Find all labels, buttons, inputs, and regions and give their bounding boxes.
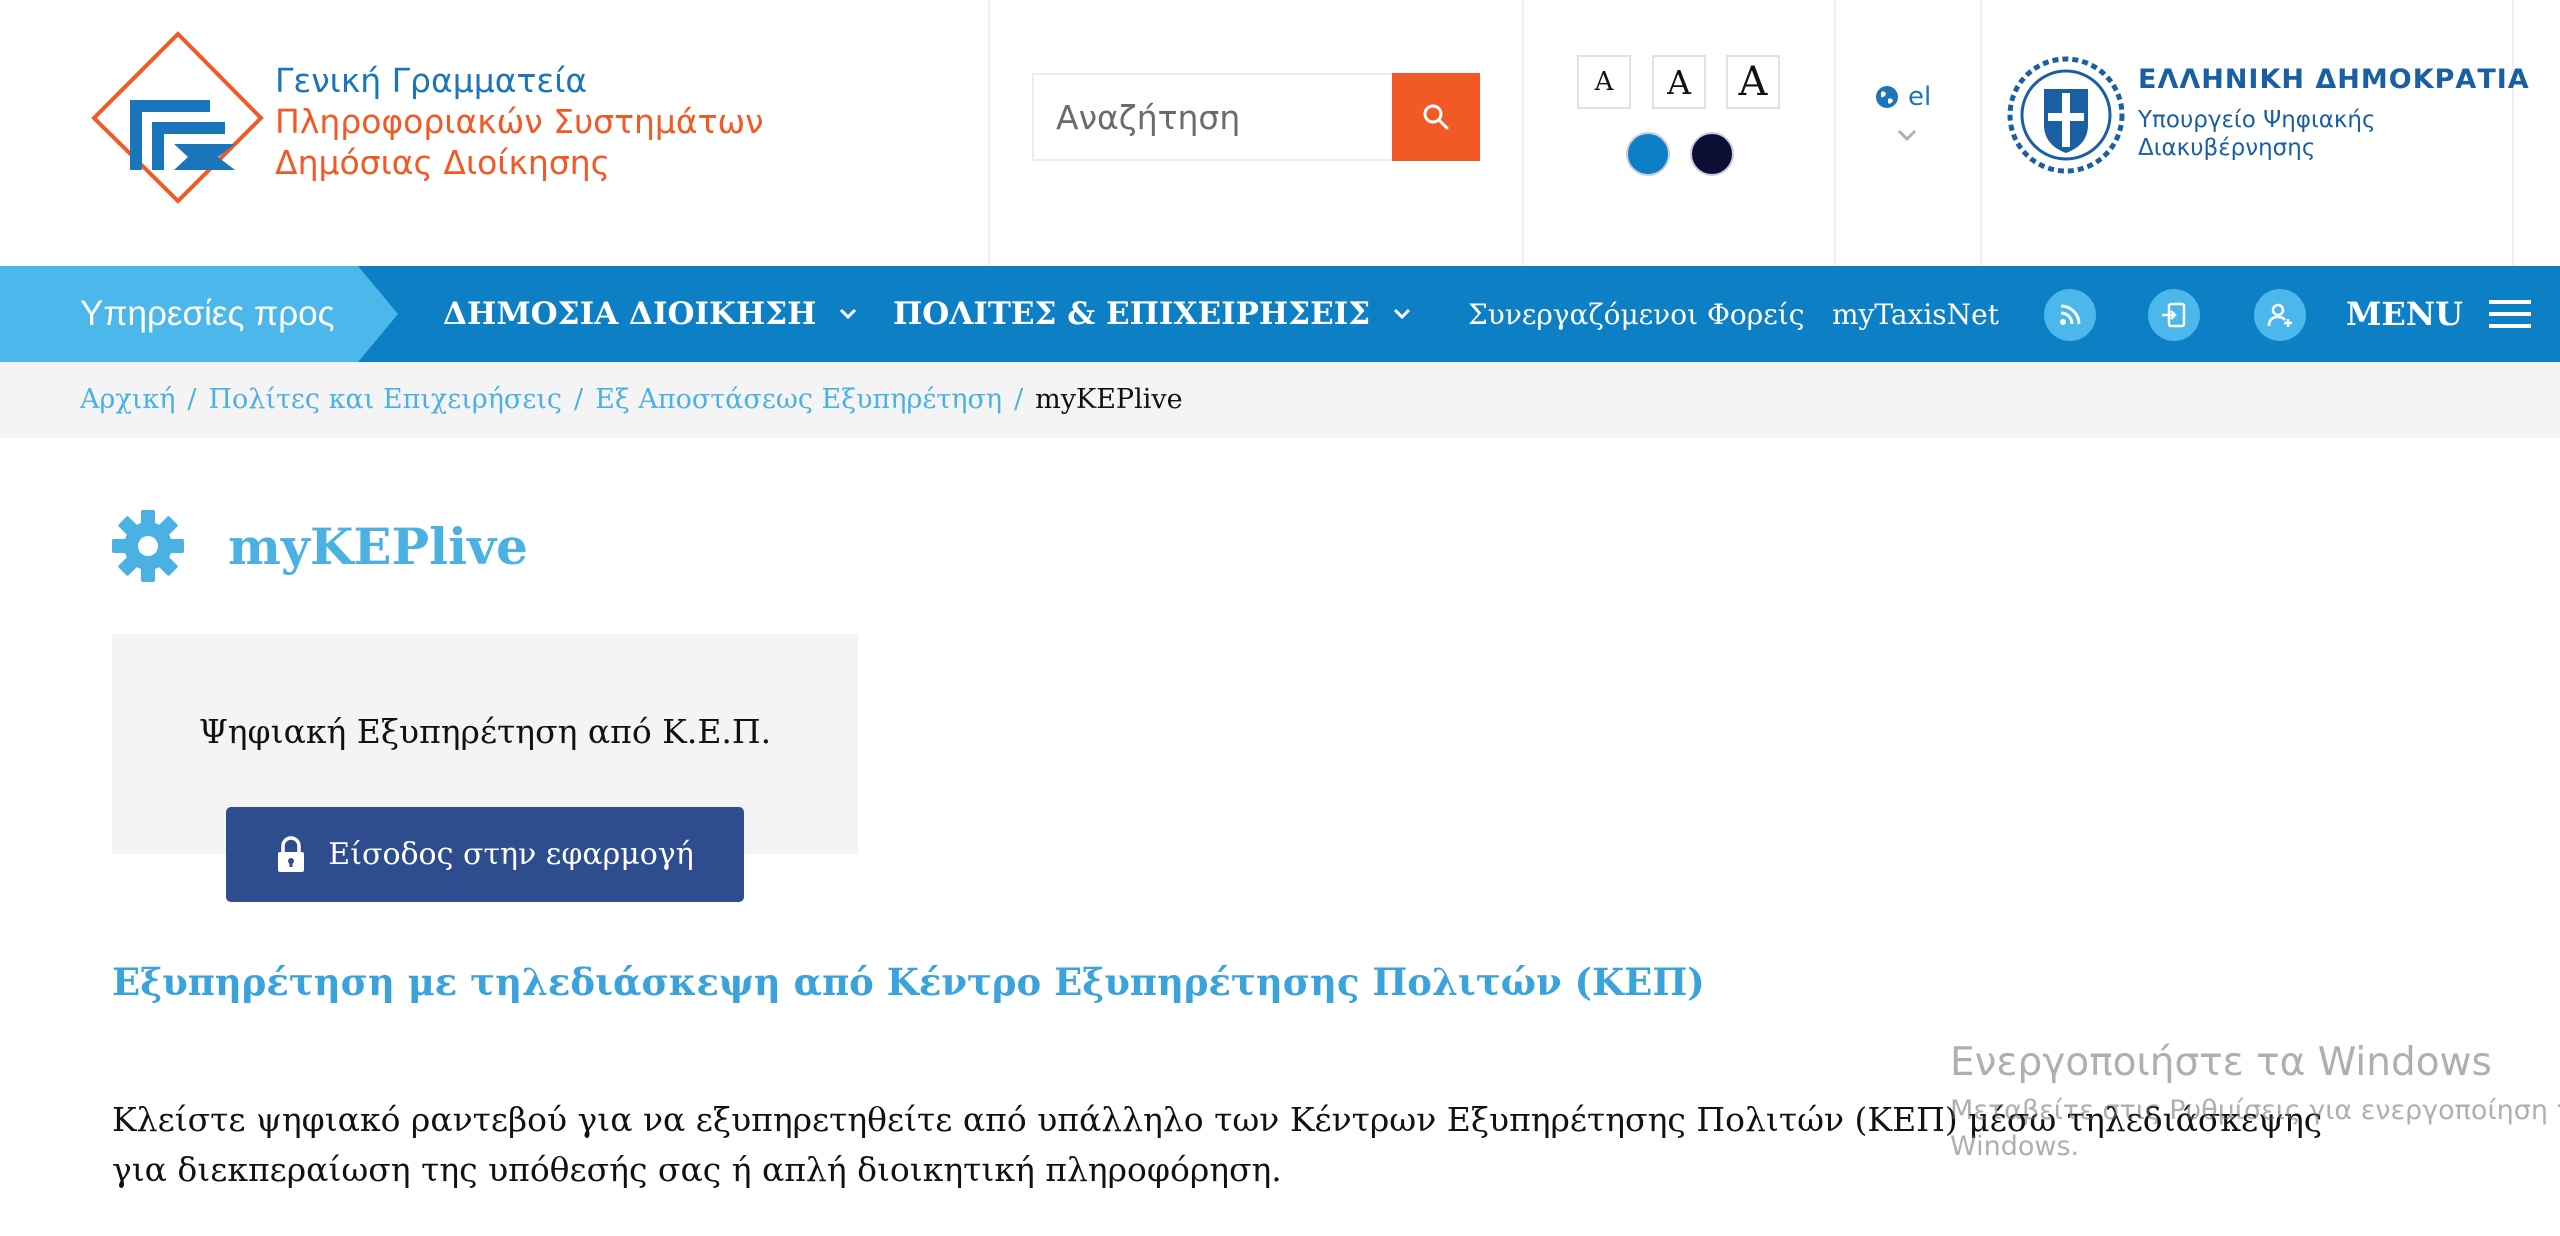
nav-mytaxisnet-link[interactable]: myTaxisNet	[1832, 266, 1999, 362]
site-header: Γενική Γραμματεία Πληροφοριακών Συστημάτ…	[0, 0, 2560, 266]
header-divider	[1980, 0, 1982, 266]
breadcrumb-home[interactable]: Αρχική	[80, 384, 175, 415]
nav-citizens-business-label: ΠΟΛΙΤΕΣ & ΕΠΙΧΕΙΡΗΣΕΙΣ	[893, 296, 1371, 332]
breadcrumb-separator: /	[1014, 384, 1024, 415]
enter-application-button[interactable]: Είσοδος στην εφαρμογή	[226, 807, 744, 902]
breadcrumb-separator: /	[574, 384, 584, 415]
main-nav: Υπηρεσίες προς ΔΗΜΟΣΙΑ ΔΙΟΙΚΗΣΗ ΠΟΛΙΤΕΣ …	[0, 266, 2560, 362]
search-button[interactable]	[1392, 73, 1480, 161]
rss-icon	[2060, 304, 2081, 325]
watermark-title: Ενεργοποιήστε τα Windows	[1950, 1040, 2492, 1085]
breadcrumb-remote-service[interactable]: Εξ Αποστάσεως Εξυπηρέτηση	[595, 384, 1002, 415]
description-text: Κλείστε ψηφιακό ραντεβού για να εξυπηρετ…	[112, 1100, 2323, 1189]
header-divider	[1522, 0, 1524, 266]
menu-label: MENU	[2346, 295, 2463, 333]
breadcrumb-citizens[interactable]: Πολίτες και Επιχειρήσεις	[208, 384, 562, 415]
login-button[interactable]	[2148, 289, 2200, 341]
menu-button[interactable]: MENU	[2346, 266, 2531, 362]
rss-button[interactable]	[2044, 289, 2096, 341]
chevron-down-icon	[840, 308, 857, 320]
nav-partners-link[interactable]: Συνεργαζόμενοι Φορείς	[1468, 266, 1804, 362]
breadcrumb: Αρχική / Πολίτες και Επιχειρήσεις / Εξ Α…	[80, 384, 1183, 415]
search-box	[1032, 73, 1480, 161]
hamburger-icon	[2488, 300, 2531, 328]
gov-title: ΕΛΛΗΝΙΚΗ ΔΗΜΟΚΡΑΤΙΑ	[2138, 64, 2530, 95]
header-divider	[988, 0, 990, 266]
header-divider	[2512, 0, 2514, 266]
ministry-name-line2: Διακυβέρνησης	[2138, 135, 2316, 161]
ministry-name: Υπουργείο Ψηφιακής Διακυβέρνησης	[2138, 106, 2376, 162]
page-title: myKEPlive	[228, 516, 528, 576]
user-add-icon	[2267, 303, 2292, 327]
font-size-medium-button[interactable]: A	[1652, 55, 1706, 109]
contrast-default-button[interactable]	[1626, 132, 1670, 176]
header-divider	[1834, 0, 1836, 266]
nav-public-administration[interactable]: ΔΗΜΟΣΙΑ ΔΙΟΙΚΗΣΗ	[443, 266, 858, 362]
search-input[interactable]	[1034, 75, 1392, 159]
services-for-label: Υπηρεσίες προς	[0, 266, 358, 362]
org-name-line3: Δημόσιας Διοίκησης	[275, 143, 611, 182]
login-card-text: Ψηφιακή Εξυπηρέτηση από Κ.Ε.Π.	[198, 712, 772, 751]
language-selector[interactable]: el	[1874, 82, 1931, 112]
gear-icon	[112, 510, 184, 582]
section-heading: Εξυπηρέτηση με τηλεδιάσκεψη από Κέντρο Ε…	[112, 960, 1705, 1004]
breadcrumb-separator: /	[187, 384, 197, 415]
gspsdd-logo-icon[interactable]	[90, 30, 265, 205]
org-name-line2: Πληροφοριακών Συστημάτων	[275, 102, 764, 141]
page-title-block: myKEPlive	[110, 508, 528, 584]
lock-icon	[278, 835, 305, 872]
login-icon	[2162, 302, 2186, 328]
services-arrow	[358, 266, 398, 362]
globe-icon	[1876, 86, 1898, 108]
font-size-small-button[interactable]: A	[1577, 55, 1631, 109]
breadcrumb-current: myKEPlive	[1035, 384, 1183, 415]
contrast-dark-button[interactable]	[1690, 132, 1734, 176]
register-button[interactable]	[2254, 289, 2306, 341]
org-name[interactable]: Γενική Γραμματεία Πληροφοριακών Συστημάτ…	[275, 60, 764, 183]
breadcrumb-bar: Αρχική / Πολίτες και Επιχειρήσεις / Εξ Α…	[0, 362, 2560, 438]
hellenic-republic-emblem-icon	[2007, 56, 2125, 174]
chevron-down-icon[interactable]	[1896, 128, 1918, 142]
org-name-line1: Γενική Γραμματεία	[275, 61, 588, 100]
nav-citizens-business[interactable]: ΠΟΛΙΤΕΣ & ΕΠΙΧΕΙΡΗΣΕΙΣ	[893, 266, 1412, 362]
ministry-name-line1: Υπουργείο Ψηφιακής	[2138, 107, 2376, 133]
nav-public-administration-label: ΔΗΜΟΣΙΑ ΔΙΟΙΚΗΣΗ	[443, 296, 817, 332]
language-label: el	[1908, 82, 1932, 112]
chevron-down-icon	[1394, 308, 1411, 320]
font-size-large-button[interactable]: A	[1726, 55, 1780, 109]
search-icon	[1423, 104, 1449, 130]
enter-application-label: Είσοδος στην εφαρμογή	[328, 837, 694, 872]
